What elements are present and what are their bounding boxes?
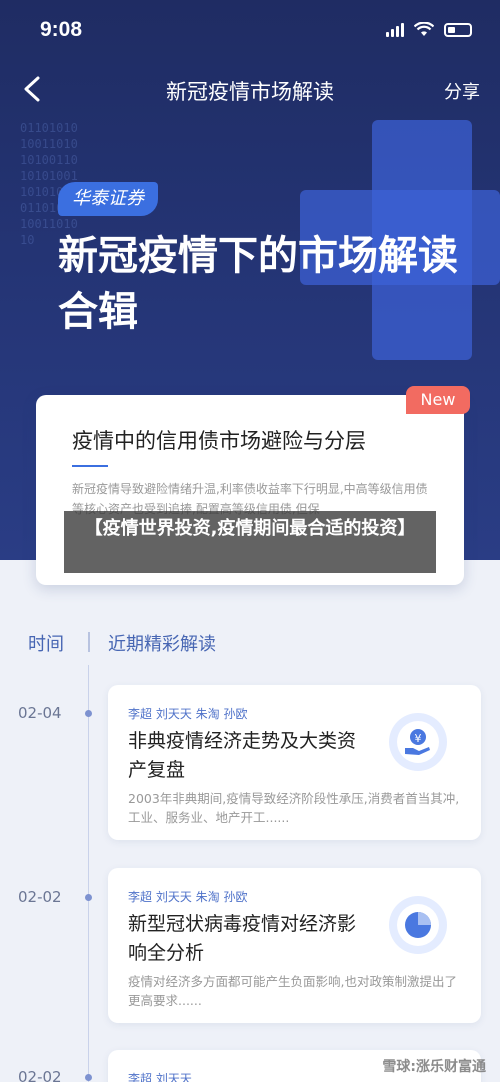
brand-tag: 华泰证券 [58,182,158,216]
page-title: 新冠疫情市场解读 [166,80,334,104]
article-title: 非典疫情经济走势及大类资产复盘 [128,730,357,781]
title-underline [72,465,108,467]
wifi-icon [414,22,434,36]
article-desc: 2003年非典期间,疫情导致经济阶段性承压,消费者首当其冲,工业、服务业、地产开… [128,791,460,825]
status-icons [386,22,472,37]
yuan-hand-icon: ¥ [389,713,447,771]
article-desc: 疫情对经济多方面都可能产生负面影响,也对政策制激提出了更高要求...... [128,974,457,1008]
watermark: 雪球:涨乐财富通 [382,1059,486,1075]
svg-text:¥: ¥ [415,732,422,745]
article-authors: 李超 刘天天 朱淘 孙欧 [128,707,248,721]
timeline-line [88,665,89,1082]
header-divider [88,632,90,652]
timeline-dot [85,1074,92,1081]
featured-title: 疫情中的信用债市场避险与分层 [72,429,366,453]
article-card[interactable]: 李超 刘天天 朱淘 孙欧 非典疫情经济走势及大类资产复盘 2003年非典期间,疫… [108,685,481,840]
time-column-header: 时间 [28,634,64,655]
banner-title: 新冠疫情下的市场解读合辑 [58,233,458,335]
signal-icon [386,22,404,37]
article-authors: 李超 刘天天 [128,1072,192,1082]
section-title: 近期精彩解读 [108,634,216,655]
nav-bar: 新冠疫情市场解读 分享 [0,62,500,118]
article-date: 02-02 [18,1068,62,1082]
article-card[interactable]: 李超 刘天天 朱淘 孙欧 新型冠状病毒疫情对经济影响全分析 疫情对经济多方面都可… [108,868,481,1023]
article-authors: 李超 刘天天 朱淘 孙欧 [128,890,248,904]
pie-chart-icon [389,896,447,954]
share-button[interactable]: 分享 [444,78,480,104]
article-title: 新型冠状病毒疫情对经济影响全分析 [128,913,357,964]
article-date: 02-04 [18,704,62,722]
status-bar: 9:08 [0,0,500,60]
status-time: 9:08 [40,18,83,41]
new-badge: New [406,386,470,414]
caption-overlay: 【疫情世界投资,疫情期间最合适的投资】 [64,511,436,573]
battery-icon [444,22,472,37]
timeline-dot [85,894,92,901]
timeline-dot [85,710,92,717]
article-date: 02-02 [18,888,62,906]
